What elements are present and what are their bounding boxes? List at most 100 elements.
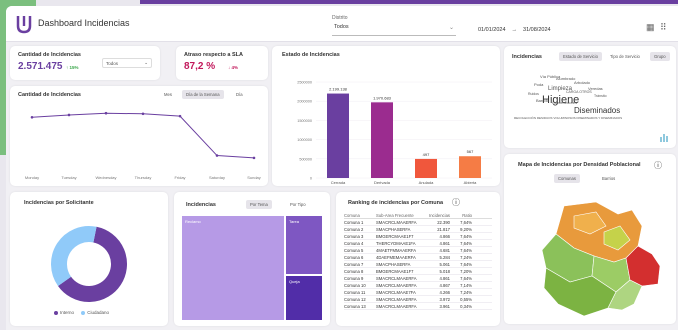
- table-cell: Comuna 10: [344, 282, 366, 288]
- col-header[interactable]: Incidencias: [424, 213, 450, 218]
- treemap: Reclamo Tarea Queja: [182, 216, 322, 320]
- table-cell: 4MAETFMMAAERFA: [376, 247, 417, 253]
- table-row[interactable]: Comuna 5 4MAETFMMAAERFA 4.681 7,64%: [344, 247, 492, 254]
- kpi-sla-value: 87,2 %: [184, 61, 216, 72]
- col-header[interactable]: Sub-Area Frecuente: [376, 213, 424, 218]
- chevron-down-icon: ⌄: [144, 60, 148, 65]
- dashboard-window: Dashboard Incidencias Distrito Todos ⌄ 0…: [6, 6, 678, 330]
- treemap-label-queja: Queja: [289, 279, 300, 284]
- y-tick-label: 1000000: [297, 138, 312, 142]
- kpi-sla-card: Atraso respecto a SLA 87,2 % ↓ 4%: [176, 46, 268, 80]
- treemap-cell-queja[interactable]: Queja: [286, 276, 322, 320]
- kpi-total-value: 2.571.475: [18, 61, 63, 72]
- table-row[interactable]: Comuna 7 SMACPHASERFA 5.061 7,64%: [344, 261, 492, 268]
- wordcloud-word: Barrido: [536, 98, 549, 103]
- tab-comunas[interactable]: Comunas: [554, 174, 580, 183]
- table-cell: 5.284: [439, 254, 450, 260]
- date-range-picker[interactable]: 01/01/2024 → 31/08/2024: [478, 24, 614, 36]
- legend-interno: Interno: [60, 310, 75, 315]
- table-row[interactable]: Comuna 9 SMACRCLMAAERFA 4.861 7,64%: [344, 275, 492, 282]
- tab-tipo-servicio[interactable]: Tipo de Servicio: [606, 52, 644, 61]
- table-cell: Comuna 2: [344, 226, 364, 232]
- table-row[interactable]: Comuna 10 SMACRCLMAAERFA 4.867 7,14%: [344, 282, 492, 289]
- table-cell: 7,24%: [460, 289, 472, 295]
- decorative-purple-band: [140, 0, 678, 4]
- tab-grupo[interactable]: Grupo: [650, 52, 670, 61]
- choropleth-map[interactable]: [534, 196, 666, 322]
- line-series: [31, 112, 255, 159]
- wordcloud-word: CARGA OTROS: [566, 90, 592, 94]
- table-cell: 22.390: [437, 219, 450, 225]
- info-icon[interactable]: ⓘ: [452, 197, 460, 208]
- table-cell: SMACPHASERFA: [376, 261, 411, 267]
- table-row[interactable]: Comuna 4 THERCYDMAAE1FA 4.861 7,64%: [344, 240, 492, 247]
- table-cell: Comuna 7: [344, 261, 364, 267]
- table-cell: 4.266: [439, 289, 450, 295]
- table-cell: 7,64%: [460, 261, 472, 267]
- table-cell: 4.861: [439, 275, 450, 281]
- tab-estado-servicio[interactable]: Estado de Servicio: [559, 52, 602, 61]
- treemap-title: Incidencias: [186, 202, 216, 208]
- table-cell: SMACRCLMAAERFA: [376, 275, 417, 281]
- table-row[interactable]: Comuna 2 SMACPHASERFA 21.817 9,20%: [344, 226, 492, 233]
- tab-por-tipo[interactable]: Por Tipo: [286, 200, 310, 209]
- table-header-row: Comuna Sub-Area Frecuente Incidencias Ra…: [344, 212, 492, 219]
- chevron-down-icon: ⌄: [448, 25, 454, 31]
- line-point: [215, 154, 219, 157]
- tab-barrios[interactable]: Barrios: [598, 174, 619, 183]
- table-row[interactable]: Comuna 12 SMACRCLMAAERFA 3.972 0,55%: [344, 296, 492, 303]
- tab-por-tema[interactable]: Por Tema: [246, 200, 272, 209]
- app-title: Dashboard Incidencias: [38, 18, 130, 28]
- table-row[interactable]: Comuna 1 SMACRCLMAAERFA 22.390 7,64%: [344, 219, 492, 226]
- bar: [459, 156, 481, 178]
- bar: [327, 93, 349, 178]
- table-cell: 0,34%: [460, 303, 472, 309]
- line-point: [30, 115, 34, 119]
- table-cell: 7,64%: [460, 247, 472, 253]
- kpi-sla-delta: ↓ 4%: [228, 65, 239, 70]
- table-cell: 21.817: [437, 226, 450, 232]
- col-header[interactable]: Comuna: [344, 213, 376, 218]
- bar-data-label: 497: [423, 152, 430, 157]
- solicitante-donut-chart: [51, 226, 127, 302]
- table-cell: 5.061: [439, 261, 450, 267]
- treemap-cell-tarea[interactable]: Tarea: [286, 216, 322, 274]
- table-row[interactable]: Comuna 3 BMGERCMAAE1F7 4.866 7,64%: [344, 233, 492, 240]
- treemap-cell-reclamo[interactable]: Reclamo: [182, 216, 284, 320]
- line-chart-plot: Monday Tuesday Wednesday Thursday Friday Satu…: [25, 111, 261, 180]
- line-point: [104, 111, 108, 115]
- table-cell: 9,20%: [460, 226, 472, 232]
- line-point: [141, 112, 145, 116]
- table-row[interactable]: Comuna 6 4DAEFMEMAAERFA 5.284 7,24%: [344, 254, 492, 261]
- line-chart-card: Cantidad de Incidencias Mes Día de la Se…: [10, 86, 268, 186]
- kpi-total-select[interactable]: Todos ⌄: [102, 58, 152, 68]
- wordcloud-word: RECOLECCIÓN RESIDUOS VOLUMINOSOS DISEMIN…: [514, 116, 623, 120]
- bar-chart-icon[interactable]: [660, 132, 670, 142]
- x-tick-label: Saturday: [209, 175, 225, 180]
- table-row[interactable]: Comuna 13 SMACRCLMAAERFA 3.961 0,34%: [344, 303, 492, 310]
- date-from: 01/01/2024: [478, 27, 506, 33]
- district-select[interactable]: Todos ⌄: [332, 24, 456, 36]
- grid-menu-icon[interactable]: ⠿: [660, 22, 667, 33]
- table-row[interactable]: Comuna 8 BMGERCMAAE1F7 5.018 7,20%: [344, 268, 492, 275]
- kpi-total-select-value: Todos: [106, 61, 119, 66]
- bar-data-label: 1.970.683: [373, 95, 392, 100]
- x-tick-label: Tuesday: [61, 175, 76, 180]
- y-tick-label: 2500000: [297, 81, 312, 85]
- table-cell: Comuna 12: [344, 296, 366, 302]
- app-logo-icon: [16, 16, 32, 34]
- col-header[interactable]: Ratio: [450, 213, 472, 218]
- treemap-card: Incidencias Por Tema Por Tipo Reclamo Ta…: [174, 192, 330, 326]
- map-title: Mapa de Incidencias por Densidad Poblaci…: [518, 162, 641, 168]
- table-cell: 7,24%: [460, 254, 472, 260]
- calendar-icon[interactable]: ▦: [646, 22, 655, 33]
- table-cell: Comuna 11: [344, 289, 366, 295]
- y-tick-label: 2000000: [297, 100, 312, 104]
- donut-legend: Interno Ciudadano: [54, 310, 109, 315]
- map-card: Mapa de Incidencias por Densidad Poblaci…: [504, 154, 676, 324]
- table-cell: Comuna 5: [344, 247, 364, 253]
- table-cell: SMACRCLMAAERFA: [376, 303, 417, 309]
- table-row[interactable]: Comuna 11 SMACRCLMAAE7FA 4.266 7,24%: [344, 289, 492, 296]
- info-icon[interactable]: ⓘ: [654, 160, 662, 171]
- table-cell: Comuna 13: [344, 303, 366, 309]
